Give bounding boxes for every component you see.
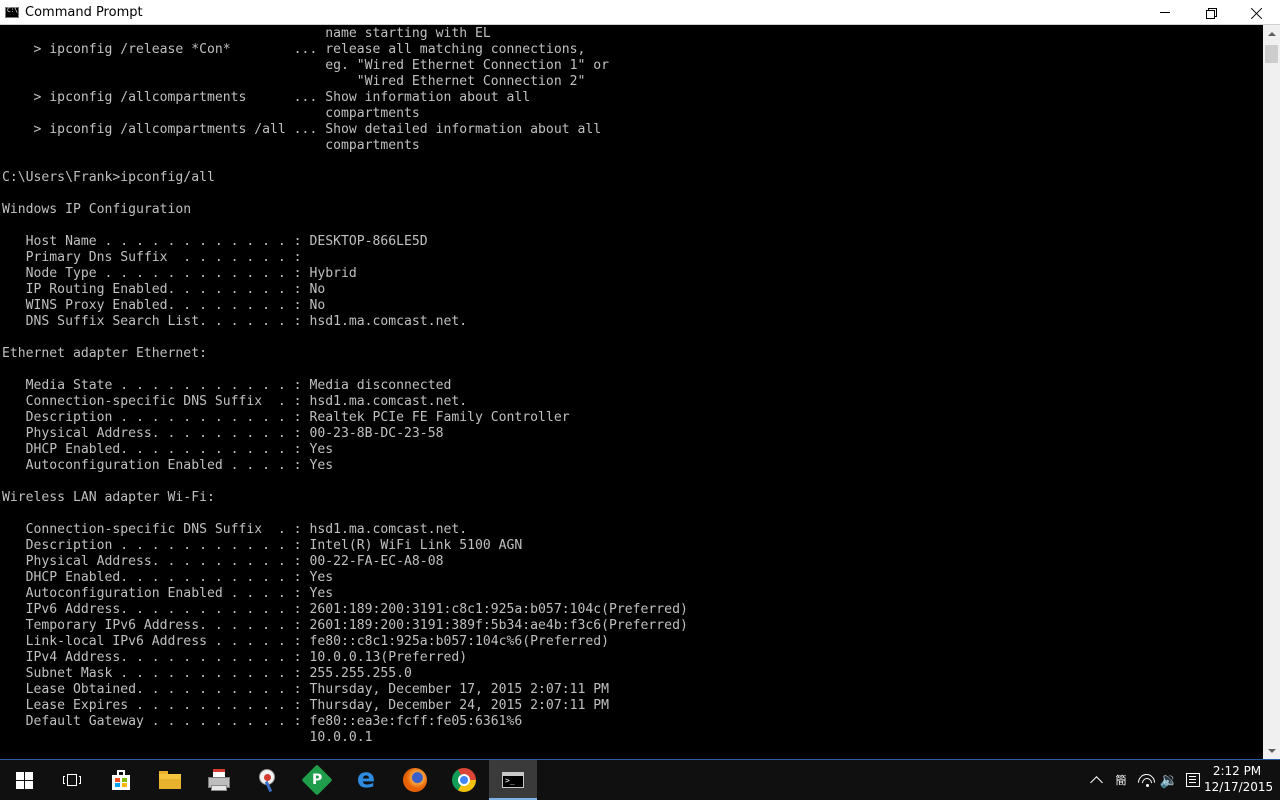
console-line: Physical Address. . . . . . . . . : 00-2…: [2, 426, 444, 441]
minimize-icon: [1160, 12, 1170, 13]
console-line: > ipconfig /release *Con* ... release al…: [2, 42, 586, 57]
task-view-button[interactable]: [48, 760, 96, 800]
close-icon: [1251, 7, 1263, 19]
store-bag-icon: [111, 770, 131, 790]
console-line: Temporary IPv6 Address. . . . . . : 2601…: [2, 618, 688, 633]
store-button[interactable]: [97, 760, 145, 800]
console-line: eg. "Wired Ethernet Connection 1" or: [2, 58, 609, 73]
console-line: Host Name . . . . . . . . . . . . : DESK…: [2, 234, 428, 249]
console-line: WINS Proxy Enabled. . . . . . . . : No: [2, 298, 326, 313]
scroll-thumb[interactable]: [1265, 45, 1278, 63]
network-button[interactable]: [1136, 760, 1158, 800]
green-p-icon: P: [301, 764, 333, 796]
restore-icon: [1206, 7, 1217, 19]
console-line: Windows IP Configuration: [2, 202, 192, 217]
windows-logo-icon: [15, 771, 33, 789]
console-line: DHCP Enabled. . . . . . . . . . . : Yes: [2, 442, 334, 457]
console-line: "Wired Ethernet Connection 2": [2, 74, 586, 89]
minimize-button[interactable]: [1142, 0, 1188, 25]
wifi-icon: [1138, 773, 1156, 787]
console-line: DHCP Enabled. . . . . . . . . . . : Yes: [2, 570, 334, 585]
scroll-down-arrow-icon: [1267, 748, 1276, 753]
console-line: Description . . . . . . . . . . . : Real…: [2, 410, 570, 425]
console-line: 10.0.0.1: [2, 730, 373, 745]
printer-icon: [207, 769, 231, 791]
task-view-icon: [63, 773, 81, 787]
chrome-button[interactable]: [440, 760, 488, 800]
console-line: C:\Users\Frank>ipconfig/all: [2, 170, 215, 185]
console-line: Connection-specific DNS Suffix . : hsd1.…: [2, 522, 468, 537]
console-line: DNS Suffix Search List. . . . . . : hsd1…: [2, 314, 468, 329]
scroll-down-button[interactable]: [1263, 742, 1280, 759]
clock-date: 12/17/2015: [1204, 780, 1274, 794]
console-line: Autoconfiguration Enabled . . . . : Yes: [2, 458, 334, 473]
snipping-tool-icon: [256, 768, 280, 793]
volume-button[interactable]: 🔉: [1158, 760, 1180, 800]
console-text: name starting with EL > ipconfig /releas…: [2, 26, 688, 746]
console-line: Lease Obtained. . . . . . . . . . : Thur…: [2, 682, 609, 697]
start-button[interactable]: [0, 760, 48, 800]
file-explorer-button[interactable]: [146, 760, 194, 800]
console-line: compartments: [2, 106, 420, 121]
console-line: > ipconfig /allcompartments ... Show inf…: [2, 90, 531, 105]
scroll-up-button[interactable]: [1263, 25, 1280, 42]
command-prompt-taskbar-button[interactable]: [489, 760, 537, 800]
cmd-icon: [502, 772, 524, 788]
volume-icon: 🔉: [1159, 771, 1179, 789]
command-prompt-app-icon[interactable]: [5, 7, 19, 18]
console-line: Ethernet adapter Ethernet:: [2, 346, 207, 361]
console-line: Wireless LAN adapter Wi-Fi:: [2, 490, 215, 505]
console-line: IP Routing Enabled. . . . . . . . : No: [2, 282, 326, 297]
console-line: Lease Expires . . . . . . . . . . : Thur…: [2, 698, 609, 713]
edge-icon: e: [356, 763, 376, 794]
printer-app-button[interactable]: [195, 760, 243, 800]
console-line: Link-local IPv6 Address . . . . . : fe80…: [2, 634, 609, 649]
window-title: Command Prompt: [25, 5, 143, 20]
scroll-up-arrow-icon: [1267, 31, 1276, 36]
console-line: Physical Address. . . . . . . . . : 00-2…: [2, 554, 444, 569]
console-line: IPv4 Address. . . . . . . . . . . : 10.0…: [2, 650, 468, 665]
show-hidden-icons-button[interactable]: [1086, 760, 1106, 800]
input-method-button[interactable]: 簡: [1108, 760, 1134, 800]
folder-icon: [159, 771, 181, 789]
taskbar: P e 簡 🔉 2:12 PM 12/17/2015: [0, 759, 1280, 800]
console-line: Autoconfiguration Enabled . . . . : Yes: [2, 586, 334, 601]
console-line: IPv6 Address. . . . . . . . . . . : 2601…: [2, 602, 688, 617]
edge-button[interactable]: e: [342, 760, 390, 800]
action-center-button[interactable]: [1182, 760, 1204, 800]
console-line: Subnet Mask . . . . . . . . . . . : 255.…: [2, 666, 412, 681]
restore-button[interactable]: [1188, 0, 1234, 25]
console-line: Media State . . . . . . . . . . . : Medi…: [2, 378, 452, 393]
pdf-app-button[interactable]: P: [293, 760, 341, 800]
console-line: Default Gateway . . . . . . . . . : fe80…: [2, 714, 523, 729]
console-line: > ipconfig /allcompartments /all ... Sho…: [2, 122, 602, 137]
chrome-icon: [452, 768, 476, 792]
firefox-icon: [403, 768, 427, 792]
title-bar[interactable]: Command Prompt: [0, 0, 1280, 25]
console-line: name starting with EL: [2, 26, 491, 41]
console-output-area[interactable]: name starting with EL > ipconfig /releas…: [0, 25, 1263, 759]
snipping-tool-button[interactable]: [244, 760, 292, 800]
action-center-icon: [1186, 773, 1200, 787]
console-line: Connection-specific DNS Suffix . : hsd1.…: [2, 394, 468, 409]
vertical-scrollbar[interactable]: [1263, 25, 1280, 759]
console-line: Primary Dns Suffix . . . . . . . :: [2, 250, 302, 265]
clock[interactable]: 2:12 PM 12/17/2015: [1204, 763, 1274, 795]
console-line: Description . . . . . . . . . . . : Inte…: [2, 538, 523, 553]
console-line: compartments: [2, 138, 420, 153]
input-method-icon: 簡: [1115, 774, 1127, 787]
console-line: Node Type . . . . . . . . . . . . : Hybr…: [2, 266, 357, 281]
chevron-up-icon: [1089, 776, 1103, 789]
clock-time: 2:12 PM: [1212, 764, 1262, 778]
close-button[interactable]: [1234, 0, 1280, 25]
firefox-button[interactable]: [391, 760, 439, 800]
